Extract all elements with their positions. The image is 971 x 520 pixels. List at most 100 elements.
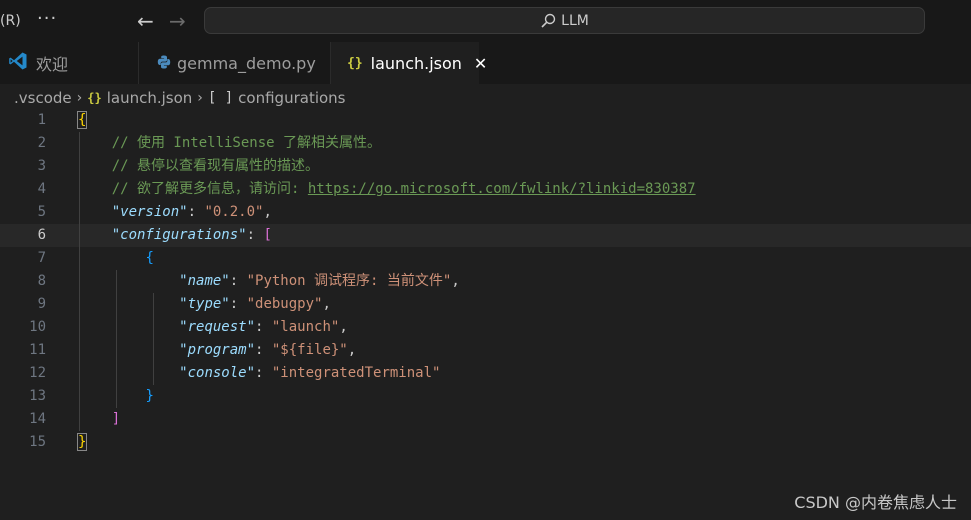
tab-welcome[interactable]: 欢迎 <box>0 42 139 84</box>
code-line[interactable]: 5 "version": "0.2.0", <box>0 201 971 224</box>
code-editor[interactable]: 15} 14 ] 13 } 12 "console": "integratedTerm… <box>0 109 971 520</box>
line-number: 9 <box>37 296 46 312</box>
code-line[interactable]: 13 } <box>0 385 971 408</box>
code-text: // 欲了解更多信息，请访问: https://go.microsoft.com… <box>78 178 696 201</box>
code-token: "configurations" <box>111 227 247 243</box>
breadcrumb-file[interactable]: launch.json <box>107 89 193 107</box>
code-token: : <box>246 227 264 243</box>
code-token: { <box>145 250 154 266</box>
code-token: "launch" <box>271 319 340 335</box>
tab-gemma-demo[interactable]: gemma_demo.py <box>139 42 331 84</box>
forward-arrow-icon[interactable]: → <box>169 9 186 33</box>
breadcrumb: .vscode › {} launch.json › [ ] configura… <box>14 87 346 109</box>
code-token: , <box>339 319 348 335</box>
code-token: // 使用 IntelliSense 了解相关属性。 <box>78 135 382 151</box>
code-token: "0.2.0" <box>204 204 264 220</box>
code-line[interactable]: 11 "program": "${file}", <box>0 339 971 362</box>
back-arrow-icon[interactable]: ← <box>137 9 154 33</box>
line-number: 6 <box>37 227 46 243</box>
code-line[interactable]: 8 "name": "Python 调试程序: 当前文件", <box>0 270 971 293</box>
line-number: 3 <box>37 158 46 174</box>
python-icon <box>157 54 171 73</box>
code-line[interactable]: 2 // 使用 IntelliSense 了解相关属性。 <box>0 132 971 155</box>
menu-fragment[interactable]: (R) <box>0 13 21 29</box>
more-menu-icon[interactable]: ··· <box>37 8 57 29</box>
editor-tab-bar: 欢迎 gemma_demo.py {} launch.json ✕ <box>0 42 971 84</box>
code-token: https://go.microsoft.com/fwlink/?linkid=… <box>307 181 696 197</box>
command-center-search[interactable]: LLM <box>204 7 925 34</box>
code-text: "request": "launch", <box>78 316 348 339</box>
close-icon[interactable]: ✕ <box>474 54 487 73</box>
code-line[interactable]: 9 "type": "debugpy", <box>0 293 971 316</box>
code-token: "program" <box>179 342 256 358</box>
code-token: "type" <box>179 296 230 312</box>
code-token: { <box>76 111 88 129</box>
command-center-label: LLM <box>561 12 589 29</box>
code-text: } <box>76 431 88 454</box>
code-text: "configurations": [ <box>78 224 272 247</box>
code-line[interactable]: 15} <box>0 431 971 454</box>
line-number: 14 <box>29 411 46 427</box>
code-token: , <box>263 204 272 220</box>
code-line[interactable]: 4 // 欲了解更多信息，请访问: https://go.microsoft.c… <box>0 178 971 201</box>
line-number: 2 <box>37 135 46 151</box>
code-line[interactable]: 10 "request": "launch", <box>0 316 971 339</box>
line-number: 12 <box>29 365 46 381</box>
line-number: 4 <box>37 181 46 197</box>
code-text: "name": "Python 调试程序: 当前文件", <box>78 270 460 293</box>
code-token: ] <box>111 411 121 427</box>
chevron-right-icon: › <box>76 90 83 106</box>
code-token: } <box>76 433 88 451</box>
array-symbol-icon: [ ] <box>207 90 234 106</box>
breadcrumb-symbol[interactable]: configurations <box>238 89 345 107</box>
title-bar: (R) ··· ← → LLM <box>0 0 971 42</box>
code-text: "program": "${file}", <box>78 339 356 362</box>
code-line[interactable]: 14 ] <box>0 408 971 431</box>
code-token: "version" <box>111 204 188 220</box>
line-number: 11 <box>29 342 46 358</box>
code-token: // 欲了解更多信息，请访问: <box>78 181 308 197</box>
code-text: // 悬停以查看现有属性的描述。 <box>78 155 319 178</box>
line-number: 8 <box>37 273 46 289</box>
code-token: "debugpy" <box>246 296 323 312</box>
tab-label: 欢迎 <box>36 55 69 74</box>
code-line[interactable]: 3 // 悬停以查看现有属性的描述。 <box>0 155 971 178</box>
code-token: : <box>229 296 247 312</box>
code-token: "${file}" <box>271 342 348 358</box>
breadcrumb-folder[interactable]: .vscode <box>14 89 72 107</box>
code-token: "name" <box>179 273 230 289</box>
line-number: 13 <box>29 388 46 404</box>
code-line[interactable]: 12 "console": "integratedTerminal" <box>0 362 971 385</box>
watermark: CSDN @内卷焦虑人士 <box>794 493 957 512</box>
tab-label: gemma_demo.py <box>177 53 316 73</box>
code-token: : <box>187 204 205 220</box>
code-token: , <box>347 342 357 358</box>
code-token: : <box>255 365 272 381</box>
code-line[interactable]: 1{ <box>0 109 971 132</box>
code-line[interactable]: 6 "configurations": [ <box>0 224 971 247</box>
indent-guide <box>116 270 117 408</box>
code-text: { <box>78 247 154 270</box>
code-token: "console" <box>179 365 256 381</box>
chevron-right-icon: › <box>197 90 203 106</box>
code-line[interactable]: 7 { <box>0 247 971 270</box>
line-number: 5 <box>37 204 46 220</box>
line-number: 7 <box>37 250 46 266</box>
indent-guide <box>153 293 154 385</box>
tab-launch-json[interactable]: {} launch.json ✕ <box>331 42 487 84</box>
code-token: "integratedTerminal" <box>271 365 441 381</box>
code-text: ] <box>78 408 120 431</box>
code-token: "Python 调试程序: 当前文件" <box>246 273 452 289</box>
code-token: [ <box>263 227 272 243</box>
vscode-icon <box>8 51 28 75</box>
code-token: , <box>451 273 460 289</box>
line-number: 1 <box>37 112 46 128</box>
code-text: "version": "0.2.0", <box>78 201 272 224</box>
